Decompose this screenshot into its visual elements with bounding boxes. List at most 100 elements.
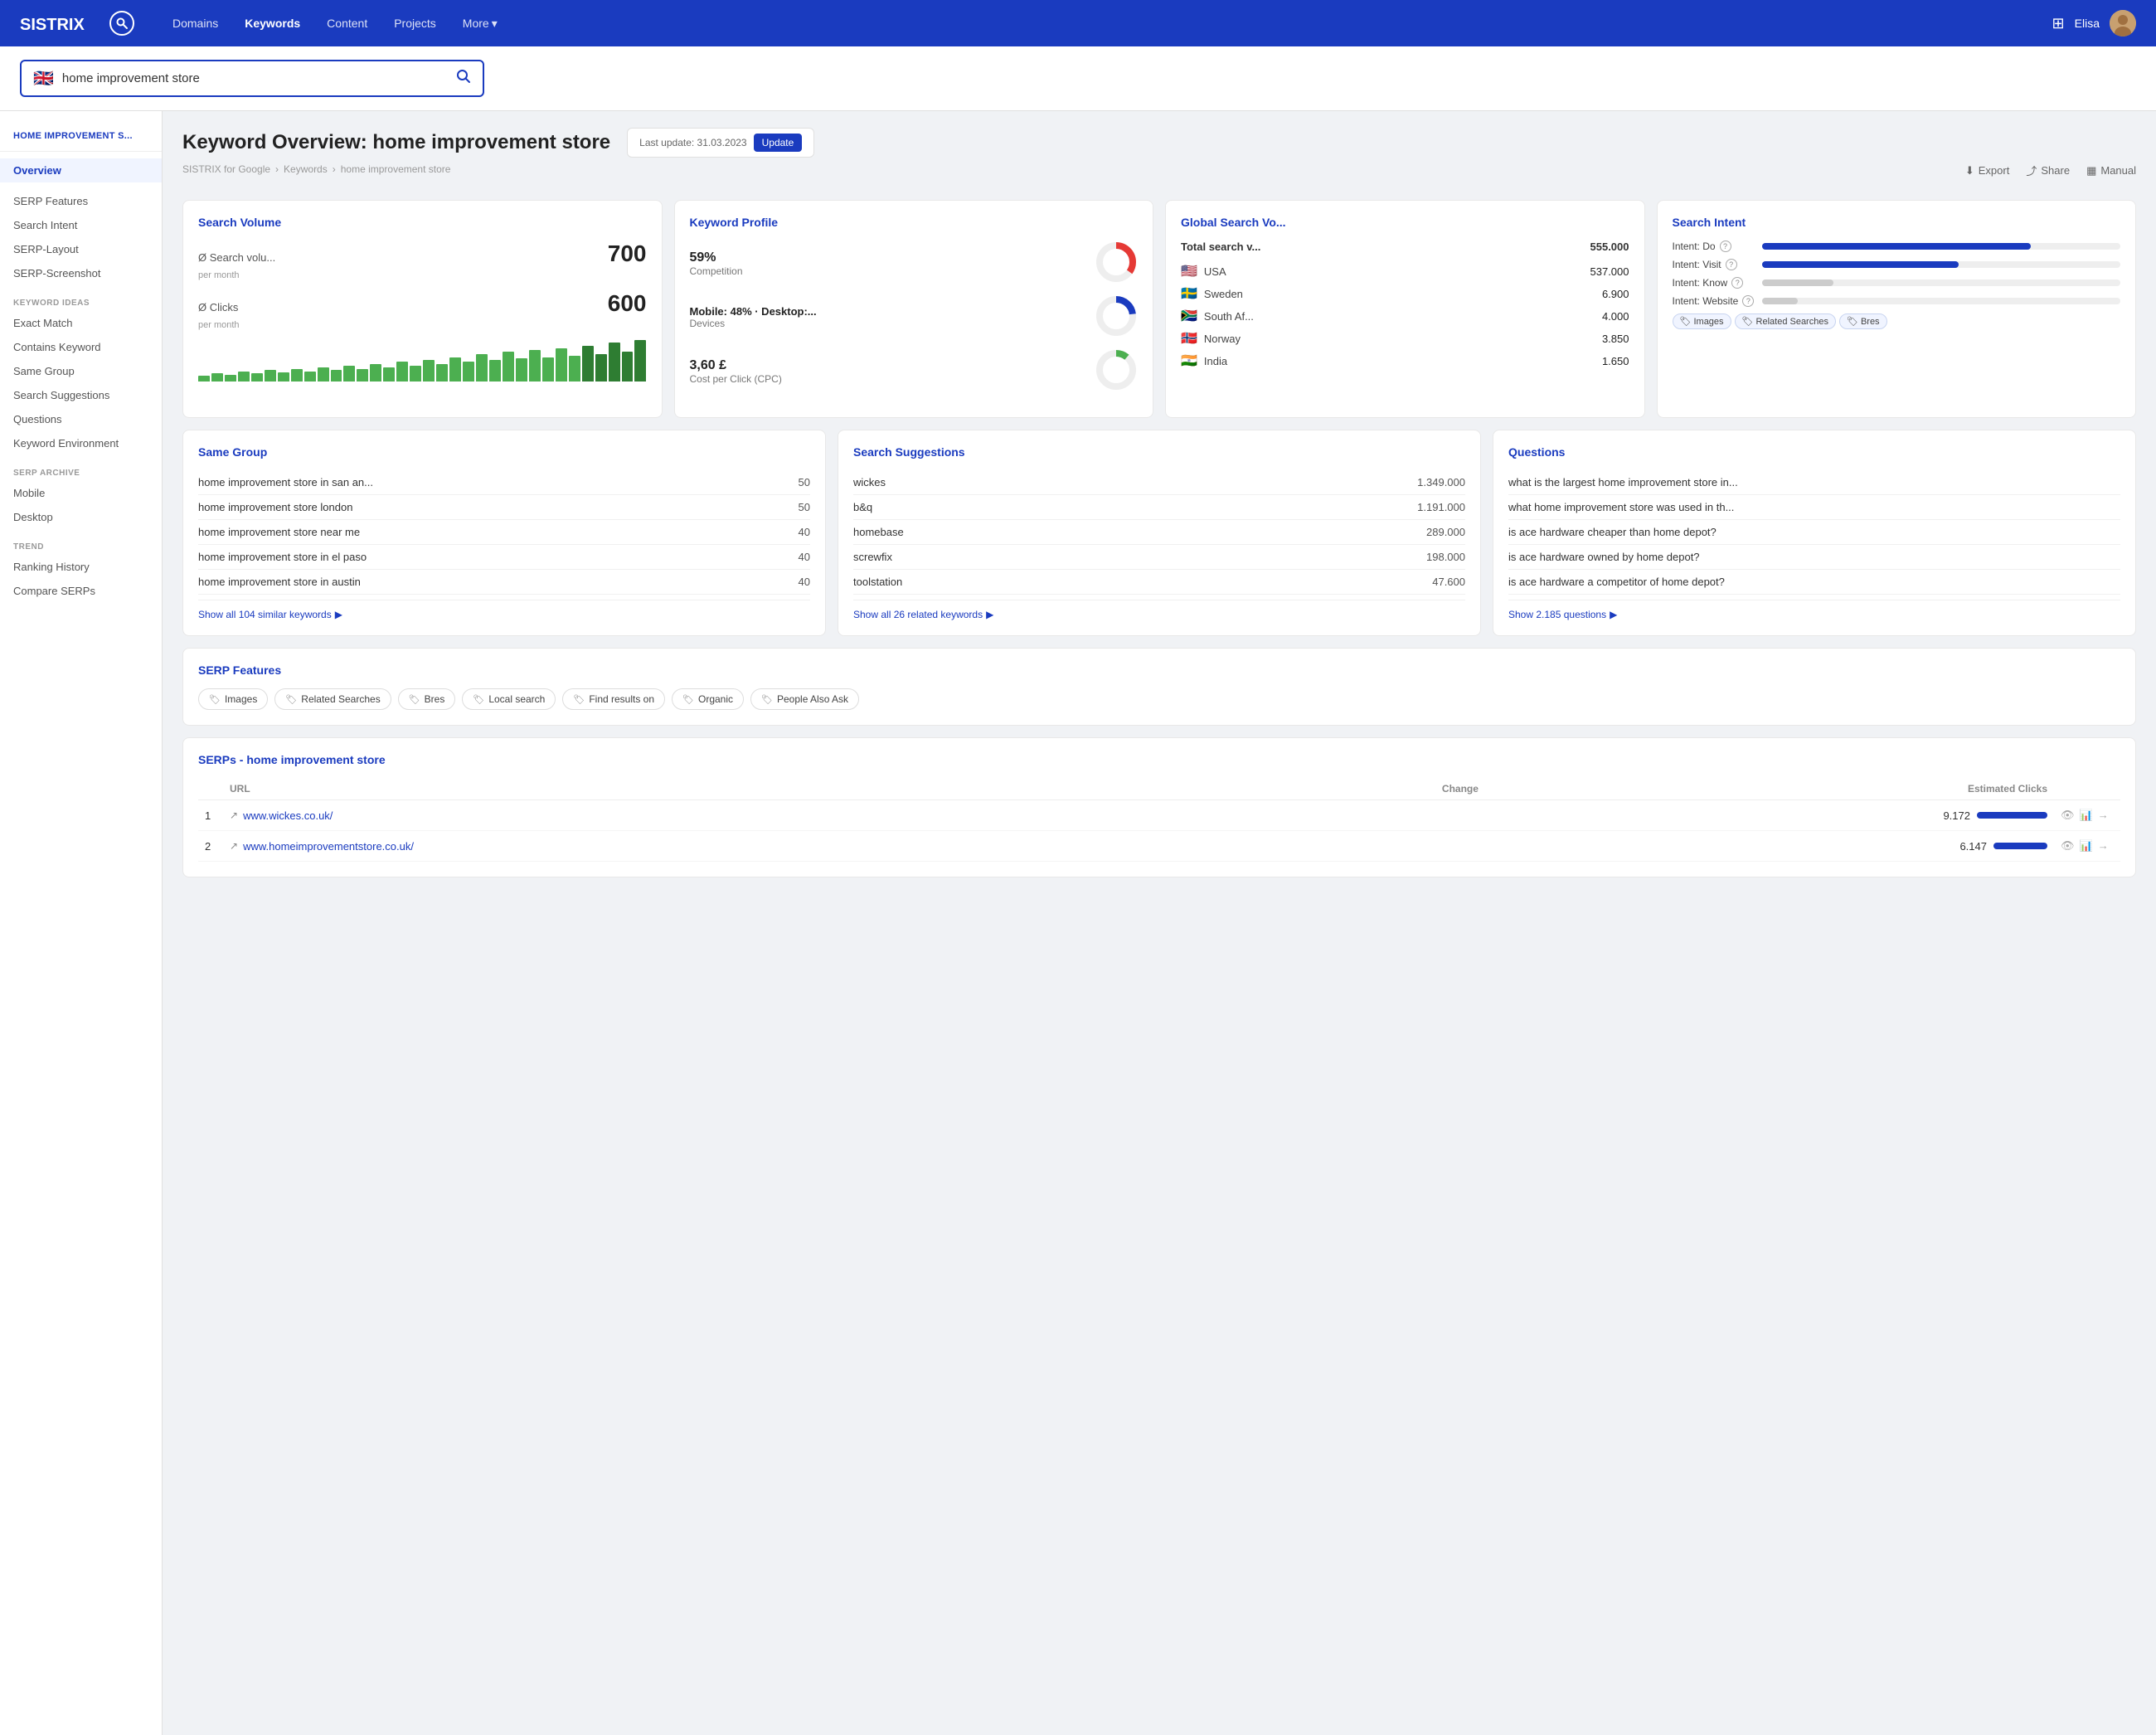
same-group-show-all[interactable]: Show all 104 similar keywords ▶ <box>198 600 810 620</box>
global-search-card: Global Search Vo... Total search v... 55… <box>1165 200 1645 418</box>
intent-visit-info[interactable]: ? <box>1726 259 1737 270</box>
intent-tag-images[interactable]: 🏷 Images <box>1673 313 1731 329</box>
arrow-right-icon[interactable]: → <box>2098 839 2109 853</box>
bar <box>556 348 567 382</box>
devices-donut <box>1095 294 1138 338</box>
tag-icon: 🏷 <box>285 694 297 705</box>
sidebar-section-keyword-ideas: KEYWORD IDEAS <box>0 292 162 311</box>
list-item: is ace hardware owned by home depot? <box>1508 545 2120 570</box>
sidebar-item-keyword-environment[interactable]: Keyword Environment <box>0 431 162 455</box>
user-name: Elisa <box>2075 17 2100 30</box>
col-clicks: Estimated Clicks <box>1485 778 2054 800</box>
nav-more[interactable]: More▾ <box>451 10 509 37</box>
chart-icon[interactable]: 📊 <box>2080 809 2093 822</box>
search-icon[interactable] <box>456 69 471 88</box>
bar <box>449 357 461 382</box>
keyword-value: 50 <box>799 501 810 513</box>
url-text[interactable]: www.homeimprovementstore.co.uk/ <box>243 840 414 853</box>
list-item: home improvement store in san an... 50 <box>198 470 810 495</box>
sidebar-item-desktop[interactable]: Desktop <box>0 505 162 529</box>
arrow-right-icon: ▶ <box>335 609 342 620</box>
clicks-value: 9.172 <box>1943 809 1970 822</box>
bar <box>251 373 263 382</box>
questions-show-all[interactable]: Show 2.185 questions ▶ <box>1508 600 2120 620</box>
sidebar-item-same-group[interactable]: Same Group <box>0 359 162 383</box>
export-button[interactable]: ⬇ Export <box>1965 163 2009 178</box>
sidebar-item-questions[interactable]: Questions <box>0 407 162 431</box>
share-icon: ⤴ <box>2026 163 2037 178</box>
intent-website-info[interactable]: ? <box>1742 295 1754 307</box>
breadcrumb-home[interactable]: SISTRIX for Google <box>182 163 270 175</box>
feature-tag-bres[interactable]: 🏷 Bres <box>398 688 456 710</box>
intent-do-info[interactable]: ? <box>1720 241 1731 252</box>
manual-button[interactable]: ▦ Manual <box>2086 163 2136 178</box>
nav-projects[interactable]: Projects <box>382 10 448 37</box>
keyword-text: home improvement store in el paso <box>198 551 367 563</box>
sidebar-item-contains-keyword[interactable]: Contains Keyword <box>0 335 162 359</box>
intent-do-row: Intent: Do ? <box>1673 241 2121 252</box>
sidebar: HOME IMPROVEMENT S... Overview SERP Feat… <box>0 111 163 1735</box>
bar <box>476 354 488 382</box>
global-search-title: Global Search Vo... <box>1181 216 1629 229</box>
intent-website-bar-wrap <box>1762 298 2121 304</box>
tag-icon: 🏷 <box>761 694 773 705</box>
tag-icon: 🏷 <box>209 694 221 705</box>
sidebar-item-serp-screenshot[interactable]: SERP-Screenshot <box>0 261 162 285</box>
nav-keywords[interactable]: Keywords <box>233 10 312 37</box>
sidebar-item-mobile[interactable]: Mobile <box>0 481 162 505</box>
eye-icon[interactable]: 👁 <box>2061 809 2075 822</box>
sidebar-item-serp-features[interactable]: SERP Features <box>0 189 162 213</box>
bar <box>622 352 634 382</box>
arrow-right-icon: ▶ <box>1610 609 1617 620</box>
serps-title: SERPs - home improvement store <box>198 753 2120 766</box>
cpc-row: 3,60 £ Cost per Click (CPC) <box>690 348 1139 394</box>
flag-usa: 🇺🇸 <box>1181 263 1197 279</box>
feature-tag-people-also-ask[interactable]: 🏷 People Also Ask <box>750 688 859 710</box>
intent-know-info[interactable]: ? <box>1731 277 1743 289</box>
breadcrumb: SISTRIX for Google › Keywords › home imp… <box>182 163 450 175</box>
bar <box>609 343 620 382</box>
feature-tag-images[interactable]: 🏷 Images <box>198 688 268 710</box>
arrow-right-icon[interactable]: → <box>2098 809 2109 822</box>
sidebar-item-serp-layout[interactable]: SERP-Layout <box>0 237 162 261</box>
competition-row: 59% Competition <box>690 241 1139 286</box>
list-item: what is the largest home improvement sto… <box>1508 470 2120 495</box>
breadcrumb-keywords[interactable]: Keywords <box>284 163 328 175</box>
sidebar-item-compare-serps[interactable]: Compare SERPs <box>0 579 162 603</box>
search-intent-card: Search Intent Intent: Do ? Intent: Visit… <box>1657 200 2137 418</box>
feature-tag-find-results[interactable]: 🏷 Find results on <box>562 688 665 710</box>
update-button[interactable]: Update <box>754 134 803 152</box>
feature-tag-related-searches[interactable]: 🏷 Related Searches <box>274 688 391 710</box>
sidebar-item-exact-match[interactable]: Exact Match <box>0 311 162 335</box>
feature-tag-local-search[interactable]: 🏷 Local search <box>462 688 556 710</box>
nav-content[interactable]: Content <box>315 10 379 37</box>
country-val-india: 1.650 <box>1602 355 1629 367</box>
search-input[interactable] <box>62 71 448 85</box>
list-item: home improvement store in austin 40 <box>198 570 810 595</box>
eye-icon[interactable]: 👁 <box>2061 839 2075 853</box>
bar <box>318 367 329 382</box>
chart-icon[interactable]: 📊 <box>2080 839 2093 853</box>
intent-visit-label: Intent: Visit ? <box>1673 259 1755 270</box>
sidebar-item-search-intent[interactable]: Search Intent <box>0 213 162 237</box>
sidebar-item-ranking-history[interactable]: Ranking History <box>0 555 162 579</box>
sidebar-item-overview[interactable]: Overview <box>0 158 162 182</box>
grid-icon[interactable]: ⊞ <box>2052 15 2065 32</box>
url-text[interactable]: www.wickes.co.uk/ <box>243 809 333 822</box>
keyword-value: 50 <box>799 476 810 488</box>
intent-tag-bres[interactable]: 🏷 Bres <box>1839 313 1887 329</box>
suggestions-show-all[interactable]: Show all 26 related keywords ▶ <box>853 600 1465 620</box>
intent-know-bar-wrap <box>1762 279 2121 286</box>
nav-domains[interactable]: Domains <box>161 10 230 37</box>
sidebar-item-search-suggestions[interactable]: Search Suggestions <box>0 383 162 407</box>
country-sweden: 🇸🇪 Sweden 6.900 <box>1181 285 1629 302</box>
intent-tag-related-searches[interactable]: 🏷 Related Searches <box>1735 313 1836 329</box>
avatar[interactable] <box>2110 10 2136 36</box>
tag-icon-related: 🏷 <box>1742 316 1754 327</box>
share-button[interactable]: ⤴ Share <box>2026 163 2070 178</box>
intent-tags: 🏷 Images 🏷 Related Searches 🏷 Bres <box>1673 313 2121 329</box>
feature-tag-organic[interactable]: 🏷 Organic <box>672 688 744 710</box>
serps-table: URL Change Estimated Clicks 1 ↗ www.wi <box>198 778 2120 862</box>
intent-know-row: Intent: Know ? <box>1673 277 2121 289</box>
bar <box>489 360 501 382</box>
